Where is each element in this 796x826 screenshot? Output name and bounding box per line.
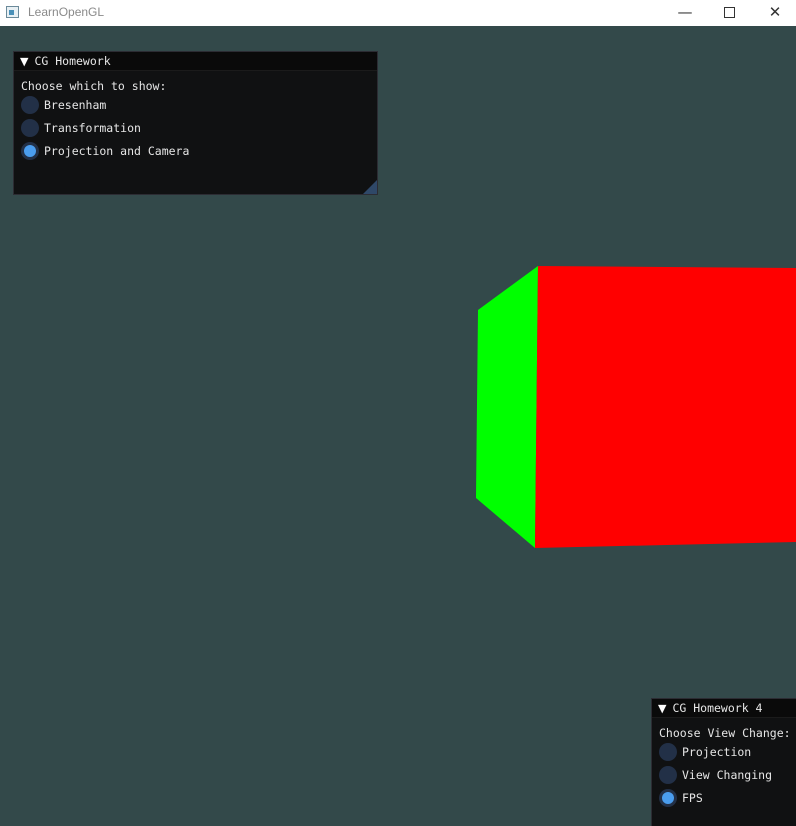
cube-side-face [476,266,538,548]
window-title: LearnOpenGL [28,5,105,19]
maximize-icon [723,7,735,18]
panel-title: CG Homework [34,54,111,68]
app-icon [6,6,19,18]
collapse-arrow-icon[interactable]: ▼ [20,55,28,68]
radio-option-transformation[interactable]: Transformation [14,117,377,140]
radio-label: Bresenham [44,98,107,112]
radio-option-fps[interactable]: FPS [652,787,796,810]
radio-label: Projection [682,745,752,759]
panel-title: CG Homework 4 [672,701,763,715]
minimize-button[interactable]: — [662,0,708,26]
close-button[interactable]: ✕ [752,0,796,26]
panel-header[interactable]: ▼ CG Homework 4 [652,699,796,718]
cg-homework-4-panel[interactable]: ▼ CG Homework 4 Choose View Change: Proje… [651,698,796,826]
panel-prompt: Choose which to show: [21,79,167,93]
cube-front-face [535,266,796,548]
radio-button-icon[interactable] [21,96,39,114]
radio-option-projection-and-camera[interactable]: Projection and Camera [14,140,377,163]
radio-button-icon[interactable] [659,743,677,761]
radio-option-view-changing[interactable]: View Changing [652,764,796,787]
resize-grip[interactable] [363,180,377,194]
radio-label: View Changing [682,768,773,782]
panel-prompt: Choose View Change: [659,726,791,740]
collapse-arrow-icon[interactable]: ▼ [658,702,666,715]
radio-button-selected-icon[interactable] [21,142,39,160]
radio-label: FPS [682,791,703,805]
title-bar: LearnOpenGL — ✕ [0,0,796,26]
radio-option-projection[interactable]: Projection [652,741,796,764]
radio-button-icon[interactable] [21,119,39,137]
maximize-button[interactable] [706,0,752,26]
panel-header[interactable]: ▼ CG Homework [14,52,377,71]
radio-option-bresenham[interactable]: Bresenham [14,94,377,117]
radio-button-selected-icon[interactable] [659,789,677,807]
radio-label: Projection and Camera [44,144,190,158]
radio-label: Transformation [44,121,141,135]
radio-button-icon[interactable] [659,766,677,784]
cg-homework-panel[interactable]: ▼ CG Homework Choose which to show: Brese… [13,51,378,195]
